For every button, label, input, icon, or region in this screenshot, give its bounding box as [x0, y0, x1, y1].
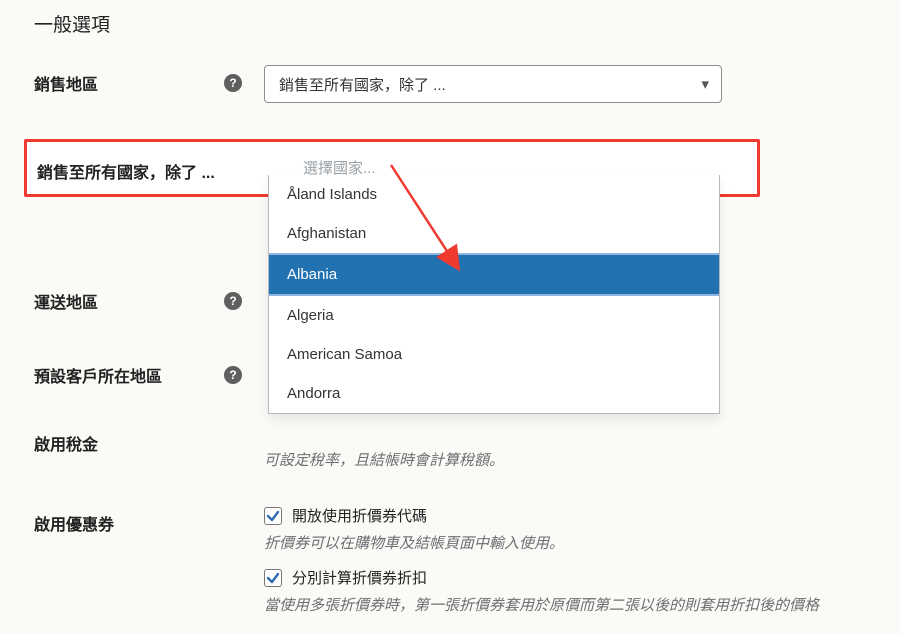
checkbox-icon[interactable] — [264, 569, 282, 587]
control-tax: 可設定稅率，且結帳時會計算稅額。 — [264, 431, 900, 470]
coupon-opt2-label: 分別計算折價券折扣 — [292, 567, 427, 588]
control-coupons: 開放使用折價券代碼 折價券可以在購物車及結帳頁面中輸入使用。 分別計算折價券折扣… — [264, 505, 900, 615]
label-shipping-region: 運送地區 ? — [34, 283, 264, 313]
row-selling-region: 銷售地區 ? 銷售至所有國家，除了 ... ▾ — [34, 65, 900, 105]
section-title: 一般選項 — [34, 10, 900, 37]
label-coupons: 啟用優惠券 — [34, 505, 264, 535]
coupon-opt1-note: 折價券可以在購物車及結帳頁面中輸入使用。 — [264, 532, 900, 553]
dropdown-option[interactable]: Algeria — [269, 296, 719, 335]
chevron-down-icon: ▾ — [701, 75, 709, 93]
label-exclude-countries: 銷售至所有國家，除了 ... — [31, 153, 293, 183]
label-tax: 啟用稅金 — [34, 431, 264, 455]
checkbox-icon[interactable] — [264, 507, 282, 525]
label-text: 銷售至所有國家，除了 ... — [37, 159, 215, 183]
help-icon[interactable]: ? — [224, 292, 242, 310]
label-text: 啟用稅金 — [34, 431, 98, 455]
label-default-location: 預設客戶所在地區 ? — [34, 357, 264, 387]
coupon-opt1[interactable]: 開放使用折價券代碼 — [264, 505, 900, 526]
coupon-opt2-note: 當使用多張折價券時，第一張折價券套用於原價而第二張以後的則套用折扣後的價格 — [264, 594, 900, 615]
dropdown-option[interactable]: Albania — [269, 253, 719, 296]
dropdown-option[interactable]: Afghanistan — [269, 214, 719, 253]
label-text: 預設客戶所在地區 — [34, 363, 162, 387]
dropdown-option[interactable]: Andorra — [269, 374, 719, 413]
selling-region-select[interactable]: 銷售至所有國家，除了 ... ▾ — [264, 65, 722, 103]
tax-note: 可設定稅率，且結帳時會計算稅額。 — [264, 449, 900, 470]
dropdown-option[interactable]: Åland Islands — [269, 175, 719, 214]
country-dropdown[interactable]: Åland IslandsAfghanistanAlbaniaAlgeriaAm… — [268, 175, 720, 414]
help-icon[interactable]: ? — [224, 366, 242, 384]
coupon-opt2[interactable]: 分別計算折價券折扣 — [264, 567, 900, 588]
label-text: 銷售地區 — [34, 71, 98, 95]
control-selling-region: 銷售至所有國家，除了 ... ▾ — [264, 65, 900, 103]
coupon-opt1-label: 開放使用折價券代碼 — [292, 505, 427, 526]
row-coupons: 啟用優惠券 開放使用折價券代碼 折價券可以在購物車及結帳頁面中輸入使用。 — [34, 505, 900, 615]
label-selling-region: 銷售地區 ? — [34, 65, 264, 95]
label-text: 運送地區 — [34, 289, 98, 313]
help-icon[interactable]: ? — [224, 74, 242, 92]
select-value: 銷售至所有國家，除了 ... — [279, 74, 446, 95]
dropdown-option[interactable]: American Samoa — [269, 335, 719, 374]
label-text: 啟用優惠券 — [34, 511, 114, 535]
row-tax: 啟用稅金 可設定稅率，且結帳時會計算稅額。 — [34, 431, 900, 471]
